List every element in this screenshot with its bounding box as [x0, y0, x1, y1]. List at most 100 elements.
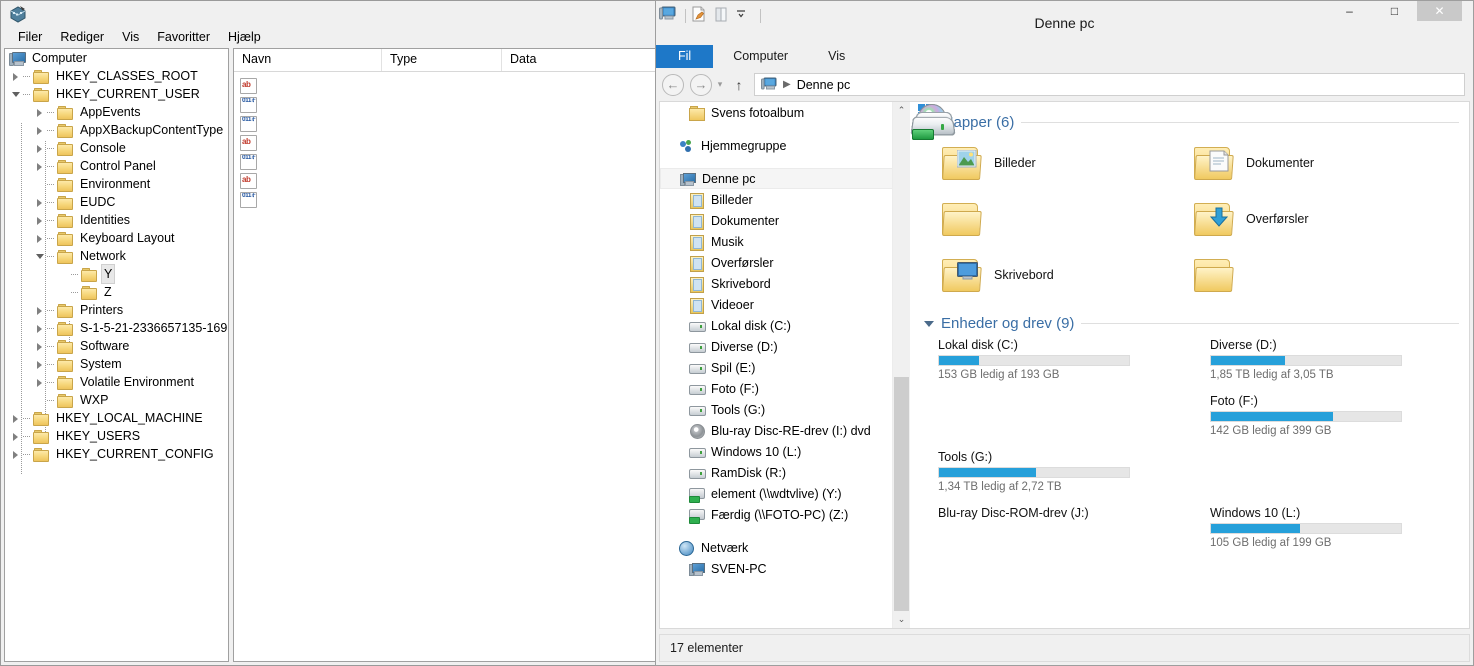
tree-node[interactable]: EUDC: [5, 193, 228, 211]
collapse-triangle-icon[interactable]: [33, 103, 47, 121]
minimize-button[interactable]: –: [1327, 1, 1372, 21]
table-row[interactable]: [234, 171, 665, 190]
menu-item-vis[interactable]: Vis: [113, 28, 148, 46]
tree-node[interactable]: Software: [5, 337, 228, 355]
folder-tile[interactable]: Overførsler: [1170, 191, 1422, 247]
back-button[interactable]: ←: [662, 73, 684, 96]
nav-item[interactable]: Foto (F:): [660, 378, 910, 399]
drive-tile[interactable]: Diverse (D:) 1,85 TB ledig af 3,05 TB: [910, 112, 1462, 392]
tree-node[interactable]: System: [5, 355, 228, 373]
collapse-triangle-icon[interactable]: [33, 121, 47, 139]
table-row[interactable]: [234, 76, 665, 95]
menu-item-rediger[interactable]: Rediger: [51, 28, 113, 46]
folder-tile[interactable]: Dokumenter: [1170, 135, 1422, 191]
collapse-triangle-icon[interactable]: [33, 301, 47, 319]
registry-values-pane[interactable]: Navn Type Data: [233, 48, 666, 662]
drive-tile[interactable]: [910, 112, 1190, 616]
table-row[interactable]: [234, 114, 665, 133]
close-button[interactable]: ✕: [1417, 1, 1462, 21]
breadcrumb-current[interactable]: Denne pc: [797, 78, 851, 92]
nav-item[interactable]: Skrivebord: [660, 273, 910, 294]
folder-tile[interactable]: [1170, 247, 1422, 303]
tree-node[interactable]: Environment: [5, 175, 228, 193]
recent-locations-icon[interactable]: ▾: [712, 74, 728, 96]
nav-item[interactable]: Lokal disk (C:): [660, 315, 910, 336]
nav-item[interactable]: SVEN-PC: [660, 558, 910, 579]
folder-tile[interactable]: [918, 191, 1170, 247]
collapse-triangle-icon[interactable]: [33, 193, 47, 211]
navigation-scrollbar[interactable]: ⌃ ⌄: [892, 102, 910, 628]
nav-item[interactable]: Denne pc: [660, 168, 910, 189]
table-row[interactable]: [234, 190, 665, 209]
menu-item-favoritter[interactable]: Favoritter: [148, 28, 219, 46]
tree-node[interactable]: Y: [5, 264, 228, 284]
nav-item[interactable]: Blu-ray Disc-RE-drev (I:) dvd: [660, 420, 910, 441]
group-header-devices[interactable]: Enheder og drev (9): [924, 315, 1469, 332]
menu-item-filer[interactable]: Filer: [9, 28, 51, 46]
collapse-triangle-icon[interactable]: [9, 445, 23, 463]
tree-node-computer[interactable]: Computer: [5, 49, 228, 67]
nav-item[interactable]: Videoer: [660, 294, 910, 315]
nav-item[interactable]: RamDisk (R:): [660, 462, 910, 483]
tab-computer[interactable]: Computer: [713, 45, 808, 68]
expand-triangle-icon[interactable]: [33, 247, 47, 265]
table-row[interactable]: [234, 95, 665, 114]
table-row[interactable]: [234, 133, 665, 152]
tree-node[interactable]: Console: [5, 139, 228, 157]
drive-tile[interactable]: [910, 112, 1190, 448]
drive-tile[interactable]: BD: [910, 104, 1462, 504]
nav-item[interactable]: Musik: [660, 231, 910, 252]
menu-item-hjaelp[interactable]: Hjælp: [219, 28, 270, 46]
expand-triangle-icon[interactable]: [9, 85, 23, 103]
nav-item[interactable]: Spil (E:): [660, 357, 910, 378]
column-header-type[interactable]: Type: [382, 49, 502, 71]
tree-node[interactable]: HKEY_CLASSES_ROOT: [5, 67, 228, 85]
nav-item[interactable]: Færdig (\\FOTO-PC) (Z:): [660, 504, 910, 525]
scrollbar-thumb[interactable]: [894, 377, 909, 611]
collapse-triangle-icon[interactable]: [33, 337, 47, 355]
collapse-triangle-icon[interactable]: [9, 409, 23, 427]
collapse-triangle-icon[interactable]: [33, 229, 47, 247]
collapse-triangle-icon[interactable]: [33, 157, 47, 175]
column-header-navn[interactable]: Navn: [234, 49, 382, 71]
content-pane[interactable]: Mapper (6) Billeder Dokumenter Overførsler…: [910, 102, 1469, 628]
nav-item[interactable]: Windows 10 (L:): [660, 441, 910, 462]
registry-tree-pane[interactable]: Computer HKEY_CLASSES_ROOT HKEY_CURRENT_U…: [4, 48, 229, 662]
tree-node[interactable]: Identities: [5, 211, 228, 229]
column-header-data[interactable]: Data: [502, 49, 665, 71]
tab-fil[interactable]: Fil: [656, 45, 714, 68]
drive-tile[interactable]: Lokal disk (C:) 153 GB ledig af 193 GB: [910, 104, 1190, 392]
drive-tile[interactable]: Tools (G:) 1,34 TB ledig af 2,72 TB: [910, 112, 1190, 504]
nav-item[interactable]: Tools (G:): [660, 399, 910, 420]
nav-item[interactable]: Hjemmegruppe: [660, 135, 910, 156]
forward-button[interactable]: →: [690, 73, 712, 96]
nav-item[interactable]: Billeder: [660, 189, 910, 210]
tree-node[interactable]: HKEY_LOCAL_MACHINE: [5, 409, 228, 427]
collapse-triangle-icon[interactable]: [9, 67, 23, 85]
collapse-triangle-icon[interactable]: [33, 211, 47, 229]
tree-node[interactable]: HKEY_USERS: [5, 427, 228, 445]
group-header-folders[interactable]: Mapper (6): [924, 114, 1469, 131]
collapse-triangle-icon[interactable]: [33, 319, 47, 337]
tree-node[interactable]: Control Panel: [5, 157, 228, 175]
drive-tile[interactable]: BDBlu-ray Disc-ROM-drev (J:): [910, 104, 1190, 560]
collapse-triangle-icon[interactable]: [33, 373, 47, 391]
collapse-triangle-icon[interactable]: [33, 139, 47, 157]
scroll-down-arrow[interactable]: ⌄: [893, 611, 910, 628]
tree-node[interactable]: Keyboard Layout: [5, 229, 228, 247]
nav-item[interactable]: element (\\wdtvlive) (Y:): [660, 483, 910, 504]
tree-node[interactable]: Printers: [5, 301, 228, 319]
nav-item[interactable]: Netværk: [660, 537, 910, 558]
maximize-button[interactable]: □: [1372, 1, 1417, 21]
collapse-triangle-icon[interactable]: [924, 320, 934, 327]
up-button[interactable]: ↑: [728, 74, 750, 96]
folder-tile[interactable]: Billeder: [918, 135, 1170, 191]
tree-node[interactable]: AppEvents: [5, 103, 228, 121]
tree-node[interactable]: Network: [5, 247, 228, 265]
navigation-pane[interactable]: Svens fotoalbum Hjemmegruppe Denne pc Bille…: [660, 102, 910, 628]
tree-node[interactable]: AppXBackupContentType: [5, 121, 228, 139]
collapse-triangle-icon[interactable]: [9, 427, 23, 445]
tab-vis[interactable]: Vis: [808, 45, 865, 68]
tree-node[interactable]: WXP: [5, 391, 228, 409]
tree-node[interactable]: HKEY_CURRENT_CONFIG: [5, 445, 228, 463]
